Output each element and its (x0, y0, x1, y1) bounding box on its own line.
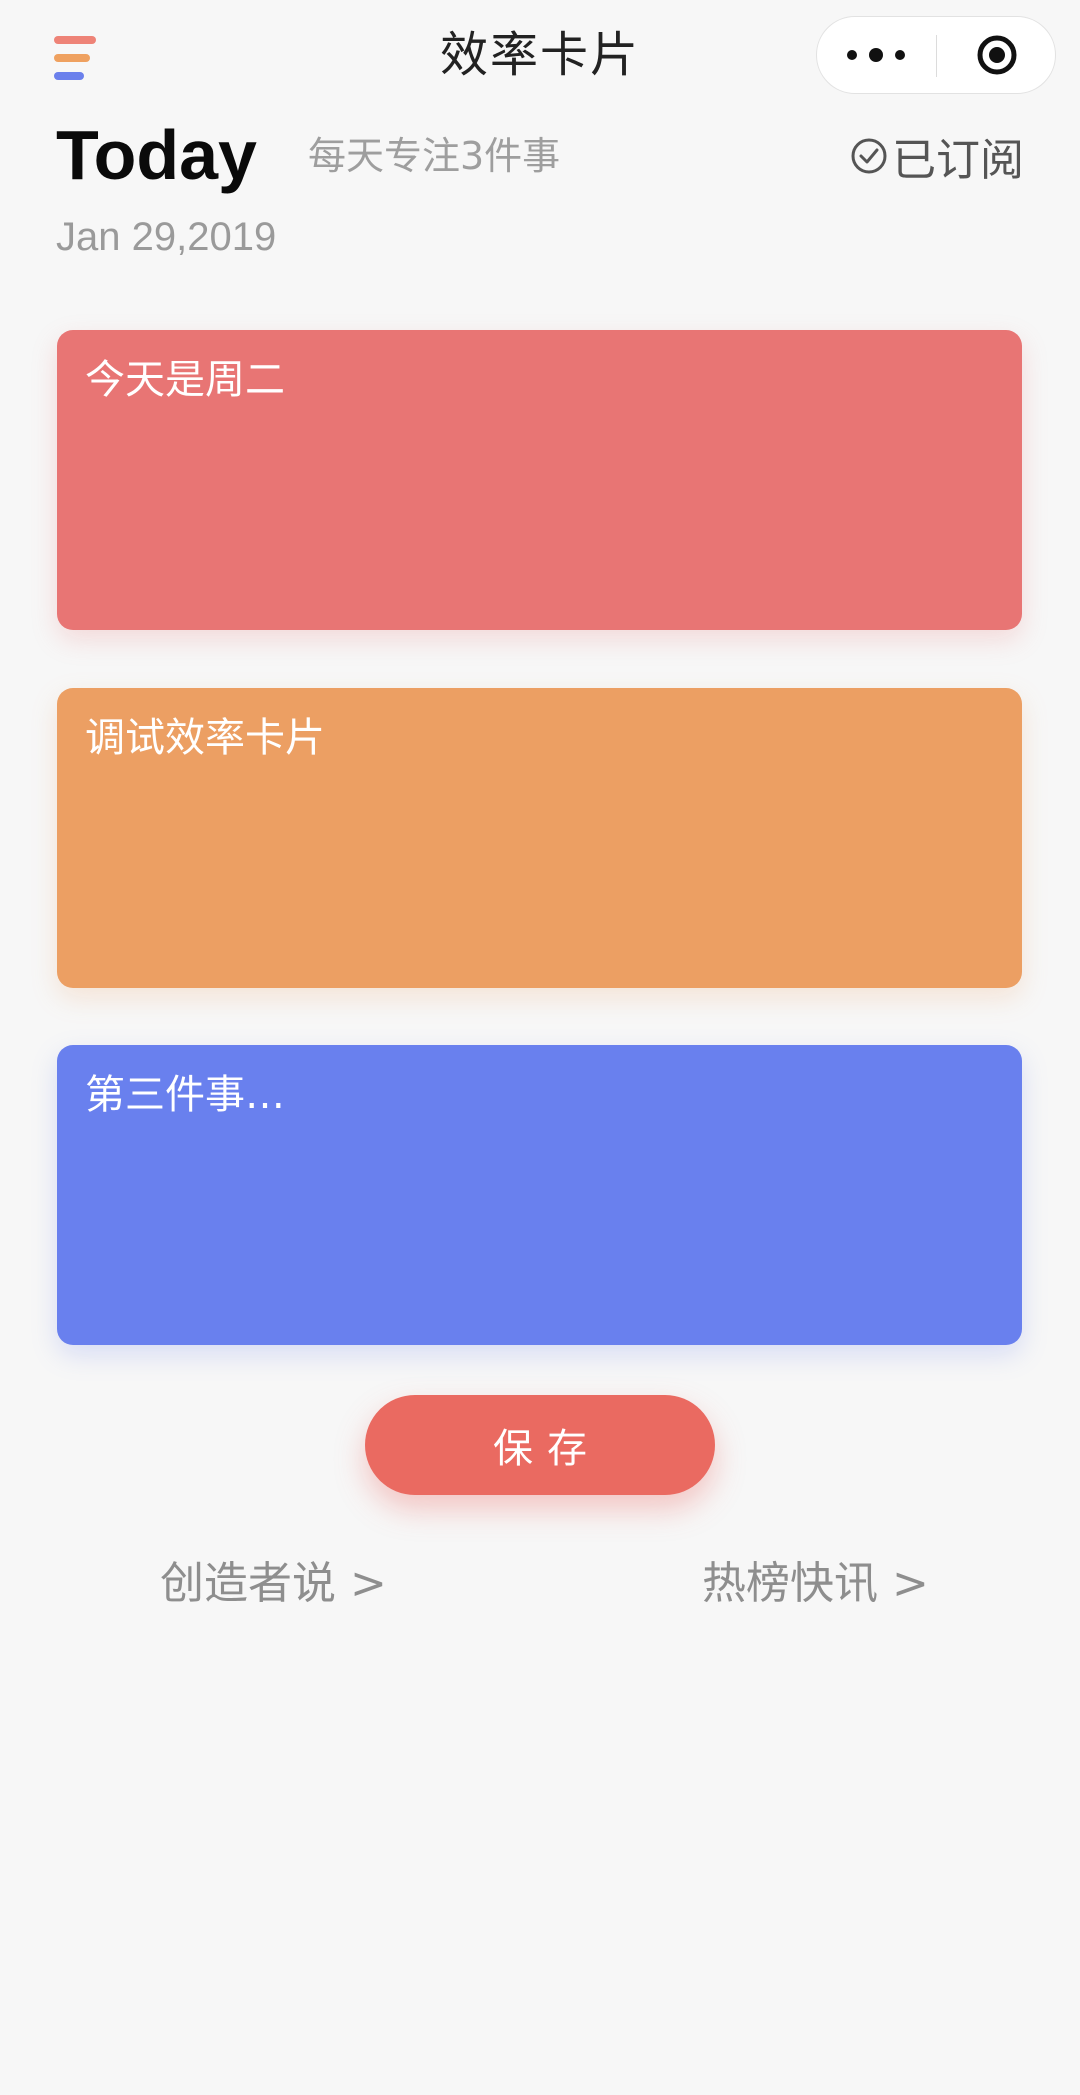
slogan-text: 每天专注3件事 (308, 134, 561, 178)
task-input-1[interactable] (85, 350, 994, 610)
task-card-2 (57, 688, 1022, 988)
save-button[interactable]: 保存 (365, 1395, 715, 1495)
target-circle-icon[interactable] (976, 34, 1018, 76)
subscribe-label: 已订阅 (892, 135, 1024, 186)
hot-news-link[interactable]: 热榜快讯 > (702, 1552, 929, 1616)
task-card-1 (57, 330, 1022, 630)
task-input-2[interactable] (85, 708, 994, 968)
more-dot (847, 50, 857, 60)
date-text: Jan 29,2019 (56, 215, 277, 259)
check-circle-icon (851, 138, 887, 174)
more-dots-icon[interactable] (847, 17, 909, 93)
capsule-divider (936, 35, 937, 77)
page: 效率卡片 Today 每天专注3件事 已订阅 Jan 29,2019 今天是周二… (0, 0, 1080, 2095)
more-dot (895, 50, 905, 60)
task-input-3[interactable] (85, 1065, 994, 1325)
creator-says-link[interactable]: 创造者说 > (160, 1552, 387, 1616)
mini-program-capsule (816, 16, 1056, 94)
today-heading: Today (56, 116, 257, 194)
more-dot (869, 48, 883, 62)
subscribe-button[interactable]: 已订阅 (850, 126, 1024, 186)
task-card-3 (57, 1045, 1022, 1345)
